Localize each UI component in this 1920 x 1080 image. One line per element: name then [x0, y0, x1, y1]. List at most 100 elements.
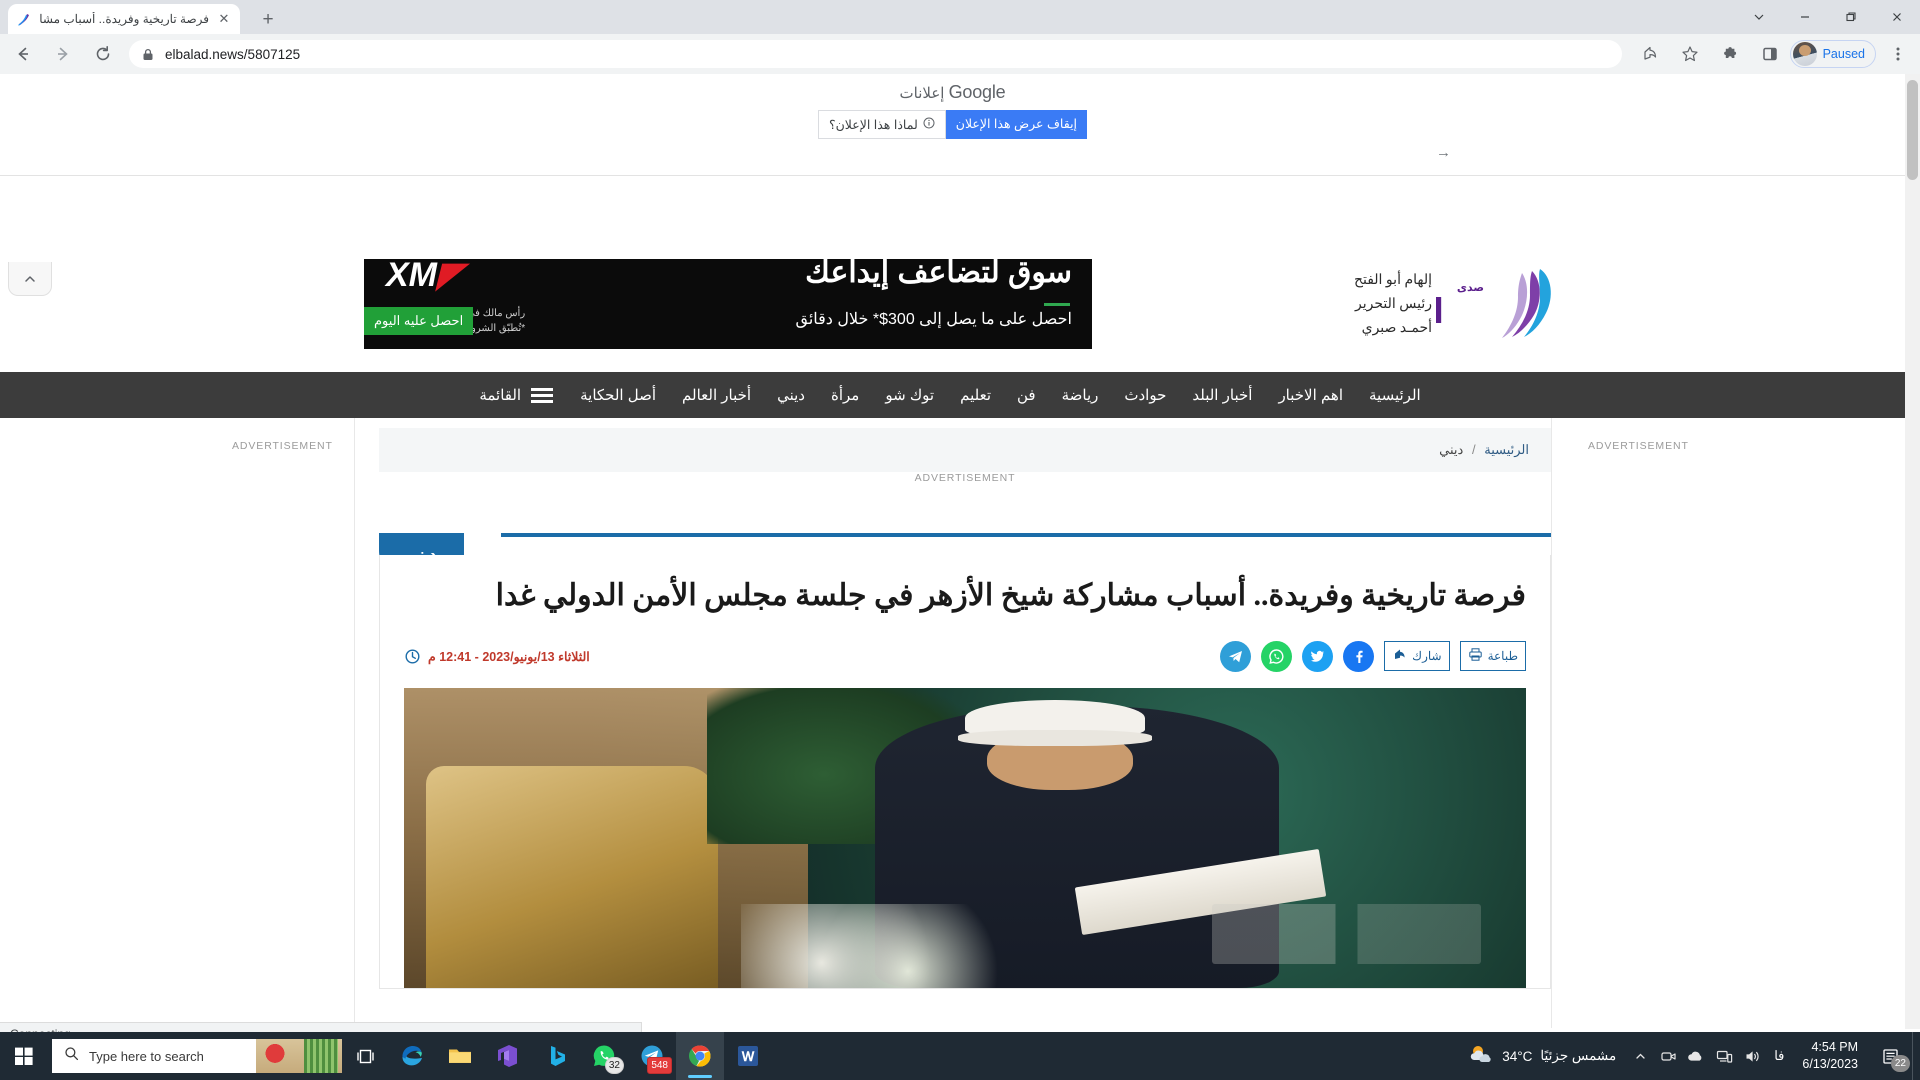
google-ads-disclosure: Google إعلانات إيقاف عرض هذا الإعلان لما… — [0, 74, 1905, 176]
nav-item-art[interactable]: فن — [1004, 386, 1049, 404]
screen: فرصة تاريخية وفريدة.. أسباب مشار ✕ + elb… — [0, 0, 1920, 1080]
share-icon[interactable] — [1636, 40, 1664, 68]
info-icon — [923, 117, 935, 132]
lock-icon — [141, 47, 155, 61]
chevron-up-icon[interactable] — [1626, 1032, 1654, 1080]
share-buttons: شارك طباعة — [1220, 640, 1526, 672]
weather-condition: مشمس جزئيًا — [1540, 1048, 1617, 1063]
minimize-button[interactable] — [1782, 0, 1828, 34]
network-icon[interactable] — [1710, 1032, 1738, 1080]
middle-advertisement-label: ADVERTISEMENT — [914, 472, 1016, 484]
close-window-button[interactable] — [1874, 0, 1920, 34]
category-rule — [501, 533, 1551, 537]
taskbar-app-whatsapp[interactable]: 32 — [580, 1032, 628, 1080]
xm-logo: XM◤ — [386, 259, 464, 294]
nav-item-sports[interactable]: رياضة — [1049, 386, 1112, 404]
chevron-down-icon[interactable] — [1736, 0, 1782, 34]
back-icon[interactable] — [9, 40, 37, 68]
twitter-share-button[interactable] — [1302, 640, 1334, 672]
taskbar-app-bing[interactable] — [532, 1032, 580, 1080]
cloud-icon[interactable] — [1682, 1032, 1710, 1080]
stop-showing-ad-button[interactable]: إيقاف عرض هذا الإعلان — [945, 110, 1088, 139]
masthead-credits: إلهام أبو الفتح رئيس التحرير أحمـد صبري — [1354, 269, 1432, 341]
share-button[interactable]: شارك — [1384, 641, 1450, 672]
whatsapp-share-button[interactable] — [1261, 640, 1293, 672]
language-indicator[interactable]: فا — [1766, 1048, 1792, 1064]
windows-start-icon[interactable] — [0, 1032, 48, 1080]
nav-item-accidents[interactable]: حوادث — [1111, 386, 1179, 404]
breadcrumb-separator: / — [1471, 442, 1476, 457]
star-icon[interactable] — [1676, 40, 1704, 68]
why-this-ad-label: لماذا هذا الإعلان؟ — [828, 118, 918, 132]
camera-icon[interactable] — [1654, 1032, 1682, 1080]
taskbar-app-file-explorer[interactable] — [436, 1032, 484, 1080]
nav-item-talk-show[interactable]: توك شو — [872, 386, 947, 404]
maximize-button[interactable] — [1828, 0, 1874, 34]
managing-editor-name: أحمـد صبري — [1361, 321, 1432, 337]
banner-advertisement[interactable]: سوق لتضاعف إيداعك احصل على ما يصل إلى 30… — [364, 259, 1092, 349]
page-scrollbar-thumb[interactable] — [1907, 80, 1918, 180]
nav-item-country-news[interactable]: أخبار البلد — [1179, 386, 1265, 404]
show-desktop-button[interactable] — [1912, 1032, 1920, 1080]
facebook-share-button[interactable] — [1343, 640, 1375, 672]
menu-button[interactable]: القائمة — [471, 386, 567, 404]
taskbar-app-google-chrome[interactable] — [676, 1032, 724, 1080]
clock-widget[interactable]: 4:54 PM 6/13/2023 — [1792, 1039, 1868, 1073]
banner-ad-cta-button[interactable]: احصل عليه اليوم — [364, 307, 474, 335]
svg-text:صدى: صدى — [1457, 281, 1484, 294]
nav-item-religion[interactable]: ديني — [764, 386, 818, 404]
search-placeholder: Type here to search — [89, 1048, 204, 1064]
print-button-label: طباعة — [1487, 649, 1518, 664]
article-title: فرصة تاريخية وفريدة.. أسباب مشاركة شيخ ا… — [495, 579, 1526, 612]
three-dot-menu-icon[interactable] — [1884, 40, 1912, 68]
page-scrollbar[interactable] — [1905, 74, 1920, 1029]
editor-name: إلهام أبو الفتح — [1353, 273, 1432, 288]
nav-item-education[interactable]: تعليم — [947, 386, 1004, 404]
nav-item-story-origin[interactable]: أصل الحكاية — [567, 386, 669, 404]
tray-time: 4:54 PM — [1811, 1040, 1858, 1055]
reload-icon[interactable] — [89, 40, 117, 68]
browser-tab[interactable]: فرصة تاريخية وفريدة.. أسباب مشار ✕ — [8, 4, 240, 34]
forward-icon[interactable] — [49, 40, 77, 68]
side-panel-icon[interactable] — [1756, 40, 1784, 68]
ad-collapse-button[interactable] — [8, 262, 52, 296]
taskbar-app-telegram[interactable]: 548 — [628, 1032, 676, 1080]
nav-item-world-news[interactable]: أخبار العالم — [669, 386, 764, 404]
volume-icon[interactable] — [1738, 1032, 1766, 1080]
elbalad-logo[interactable]: البلد صدى — [1372, 267, 1558, 339]
task-view-icon[interactable] — [342, 1032, 388, 1080]
address-bar[interactable]: elbalad.news/5807125 — [129, 40, 1622, 68]
taskbar-app-microsoft-word[interactable] — [724, 1032, 772, 1080]
share-button-label: شارك — [1412, 649, 1442, 664]
search-input[interactable]: Type here to search — [52, 1039, 342, 1073]
close-icon[interactable]: ✕ — [216, 11, 232, 27]
profile-button[interactable]: Paused — [1789, 40, 1876, 68]
taskbar-app-microsoft-edge[interactable] — [388, 1032, 436, 1080]
ad-next-arrow[interactable]: → — [1436, 144, 1451, 161]
nav-item-home[interactable]: الرئيسية — [1356, 386, 1434, 404]
why-this-ad-button[interactable]: لماذا هذا الإعلان؟ — [817, 110, 946, 139]
telegram-share-button[interactable] — [1220, 640, 1252, 672]
share-arrow-icon — [1392, 647, 1407, 665]
nav-item-woman[interactable]: مرأة — [818, 386, 872, 404]
weather-widget[interactable]: 34°C مشمس جزئيًا — [1458, 1042, 1626, 1071]
tray-date: 6/13/2023 — [1802, 1057, 1858, 1071]
puzzle-icon[interactable] — [1716, 40, 1744, 68]
browser-tab-title: فرصة تاريخية وفريدة.. أسباب مشار — [39, 12, 209, 26]
elbalad-favicon — [16, 11, 32, 27]
window-controls — [1736, 0, 1920, 34]
google-wordmark: Google — [948, 82, 1006, 102]
banner-ad-headline: سوق لتضاعف إيداعك — [805, 259, 1072, 289]
notification-count-badge: 22 — [1890, 1055, 1910, 1072]
action-center-icon[interactable]: 22 — [1868, 1032, 1912, 1080]
printer-icon — [1468, 647, 1483, 665]
active-app-indicator — [688, 1075, 712, 1078]
nav-items: الرئيسية اهم الاخبار أخبار البلد حوادث ر… — [471, 386, 1433, 404]
address-bar-url: elbalad.news/5807125 — [165, 46, 301, 62]
taskbar-app-microsoft-365[interactable] — [484, 1032, 532, 1080]
partly-sunny-icon — [1468, 1042, 1494, 1071]
breadcrumb-home[interactable]: الرئيسية — [1484, 442, 1529, 457]
new-tab-button[interactable]: + — [255, 7, 281, 33]
print-button[interactable]: طباعة — [1459, 641, 1526, 672]
nav-item-top-news[interactable]: اهم الاخبار — [1265, 386, 1356, 404]
